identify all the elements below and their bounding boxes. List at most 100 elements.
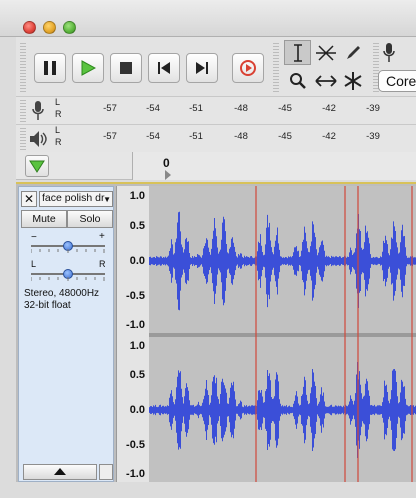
channel-separator [149, 333, 416, 337]
meter-scale: -57 -54 -51 -48 -45 -42 -39 [68, 97, 416, 125]
window-titlebar [0, 0, 416, 37]
gain-plus-label: + [99, 231, 105, 242]
solo-button[interactable]: Solo [67, 210, 113, 228]
selection-tool[interactable] [284, 40, 311, 65]
track-name-label: face polish dr [42, 192, 105, 204]
microphone-icon [31, 100, 45, 125]
window-close-button[interactable] [23, 21, 36, 34]
amplitude-tick-label: 1.0 [129, 340, 145, 352]
pencil-icon [346, 45, 360, 59]
pan-slider-ticks [31, 277, 105, 281]
time-shift-tool[interactable] [312, 68, 339, 93]
waveform-display[interactable] [149, 186, 416, 482]
magnifier-icon [289, 72, 306, 89]
double-arrow-icon [314, 74, 337, 87]
track-format-label: 32-bit float [24, 300, 71, 311]
meter-tick-label: -57 [103, 103, 117, 114]
play-region-marker [165, 170, 171, 180]
chevron-down-icon: ▼ [103, 195, 111, 204]
pan-right-label: R [99, 259, 106, 269]
meter-tick-label: -51 [189, 103, 203, 114]
timeline: 0 [16, 152, 416, 180]
amplitude-tick-label: 0.0 [129, 255, 145, 267]
waveform-area[interactable] [149, 186, 416, 482]
window-minimize-button[interactable] [43, 21, 56, 34]
play-button[interactable] [72, 53, 104, 83]
gain-slider[interactable] [31, 241, 105, 251]
audio-track: ✕ face polish dr ▼ Mute Solo − + L R Ste… [16, 182, 416, 482]
meter-right-label: R [55, 109, 62, 119]
meter-tick-label: -48 [234, 131, 248, 142]
transport-toolbar [16, 37, 416, 97]
meter-tick-label: -42 [322, 131, 336, 142]
microphone-icon [382, 42, 396, 67]
zoom-tool[interactable] [284, 68, 311, 93]
record-button[interactable] [232, 53, 264, 83]
envelope-tool[interactable] [312, 40, 339, 65]
asterisk-icon [343, 71, 362, 90]
track-resize-handle[interactable] [99, 464, 113, 480]
pause-button[interactable] [34, 53, 66, 83]
meter-tick-label: -42 [322, 103, 336, 114]
play-meter-grip[interactable] [20, 128, 26, 150]
meter-tick-label: -39 [366, 103, 380, 114]
multi-tool[interactable] [339, 68, 366, 93]
stop-button[interactable] [110, 53, 142, 83]
meter-scale: -57 -54 -51 -48 -45 -42 -39 [68, 125, 416, 153]
collapse-track-button[interactable] [23, 464, 97, 480]
timeline-ruler[interactable]: 0 [132, 152, 416, 180]
audio-host-select[interactable]: Core [378, 70, 416, 92]
amplitude-ruler: 1.0 0.5 0.0 -0.5 -1.0 1.0 0.5 0.0 -0.5 -… [116, 186, 149, 482]
amplitude-tick-label: -1.0 [126, 468, 145, 480]
track-format-info: Stereo, 48000Hz 32-bit float [24, 288, 99, 312]
rec-meter-grip[interactable] [20, 100, 26, 122]
meter-tick-label: -48 [234, 103, 248, 114]
pan-left-label: L [31, 259, 37, 269]
stop-icon [120, 62, 132, 74]
meter-tick-label: -57 [103, 131, 117, 142]
window-zoom-button[interactable] [63, 21, 76, 34]
playback-meter[interactable]: L R -57 -54 -51 -48 -45 -42 -39 [16, 125, 416, 153]
meter-tick-label: -54 [146, 131, 160, 142]
amplitude-tick-label: -1.0 [126, 319, 145, 331]
amplitude-tick-label: 0.5 [129, 220, 145, 232]
meter-tick-label: -39 [366, 131, 380, 142]
skip-start-icon [158, 62, 170, 74]
meter-left-label: L [55, 97, 61, 107]
pinned-play-head-button[interactable] [25, 155, 49, 177]
track-control-panel[interactable]: ✕ face polish dr ▼ Mute Solo − + L R Ste… [18, 186, 114, 482]
amplitude-tick-label: 0.5 [129, 369, 145, 381]
meter-tick-label: -54 [146, 103, 160, 114]
close-icon: ✕ [23, 192, 35, 206]
pan-slider[interactable] [31, 269, 105, 279]
skip-end-icon [196, 62, 208, 74]
draw-tool[interactable] [339, 40, 366, 65]
amplitude-tick-label: -0.5 [126, 290, 145, 302]
meter-tick-label: -45 [278, 131, 292, 142]
mute-button[interactable]: Mute [21, 210, 67, 228]
meter-tick-label: -45 [278, 103, 292, 114]
skip-to-start-button[interactable] [148, 53, 180, 83]
i-beam-icon [293, 43, 302, 62]
tools-grip[interactable] [273, 43, 279, 93]
amplitude-tick-label: 0.0 [129, 404, 145, 416]
triangle-down-icon [29, 160, 45, 173]
amplitude-tick-label: 1.0 [129, 190, 145, 202]
amplitude-tick-label: -0.5 [126, 439, 145, 451]
play-icon [81, 60, 96, 76]
skip-to-end-button[interactable] [186, 53, 218, 83]
track-name-menu[interactable]: face polish dr ▼ [39, 191, 113, 207]
audio-host-label: Core [386, 73, 416, 89]
gain-minus-label: − [31, 232, 37, 243]
speaker-icon [28, 129, 48, 152]
gain-slider-ticks [31, 249, 105, 253]
envelope-icon [315, 44, 336, 61]
track-close-button[interactable]: ✕ [21, 191, 37, 207]
meter-tick-label: -51 [189, 131, 203, 142]
recording-meter[interactable]: L R -57 -54 -51 -48 -45 -42 -39 [16, 97, 416, 125]
toolbar-grip[interactable] [20, 43, 26, 93]
meter-right-label: R [55, 137, 62, 147]
meter-left-label: L [55, 125, 61, 135]
triangle-up-icon [54, 468, 66, 475]
record-icon [240, 60, 256, 76]
